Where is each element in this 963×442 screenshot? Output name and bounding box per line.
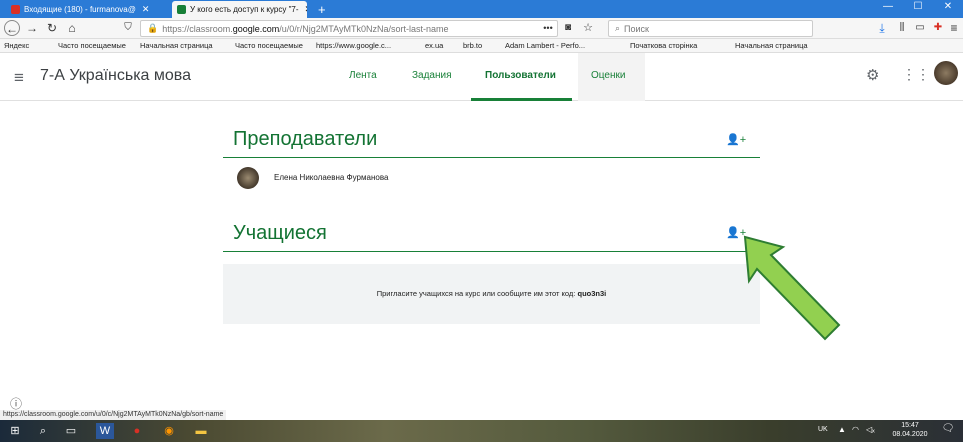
opera-icon[interactable]: ● [128, 423, 146, 439]
tab-classwork[interactable]: Задания [412, 70, 452, 81]
task-view-icon[interactable]: ▭ [62, 423, 80, 439]
bookmark-item[interactable]: Начальная страница [140, 41, 213, 50]
home-icon[interactable]: ⌂ [64, 20, 80, 36]
language-indicator[interactable]: UK [818, 426, 828, 433]
bookmark-item[interactable]: Начальная страница [735, 41, 808, 50]
search-placeholder: Поиск [624, 23, 649, 34]
windows-start-icon[interactable]: ⊞ [6, 423, 24, 439]
class-code: quo3n3i [577, 289, 607, 298]
tab-classroom-label: У кого есть доступ к курсу "7- [190, 5, 299, 14]
bookmark-item[interactable]: https://www.google.c... [316, 41, 391, 50]
bookmark-item[interactable]: brb.to [463, 41, 482, 50]
notifications-icon[interactable]: 🗨 [940, 423, 956, 439]
settings-gear-icon[interactable]: ⚙ [866, 66, 879, 84]
minimize-button[interactable]: — [874, 1, 902, 12]
reload-icon[interactable]: ↻ [44, 20, 60, 36]
search-icon: ⌕ [615, 23, 621, 33]
clock-time: 15:47 [901, 422, 919, 429]
file-explorer-icon[interactable]: ▬ [192, 423, 210, 439]
teachers-divider [223, 157, 760, 158]
arrow-shape [743, 235, 841, 341]
search-icon[interactable]: ⌕ [34, 423, 52, 439]
close-icon[interactable]: ✕ [142, 4, 150, 15]
library-icon[interactable]: ⫼ [894, 20, 910, 36]
tab-people[interactable]: Пользователи [485, 70, 556, 81]
invite-text: Пригласите учащихся на курс или сообщите… [376, 289, 576, 298]
pocket-icon[interactable]: ◙ [560, 20, 576, 36]
bookmark-item[interactable]: Часто посещаемые [235, 41, 303, 50]
tab-stream[interactable]: Лента [349, 70, 377, 81]
teachers-heading: Преподаватели [233, 128, 378, 150]
clock[interactable]: 15:47 08.04.2020 [886, 421, 934, 439]
tab-inbox-label: Входящие (180) - furmanova@ [24, 5, 136, 14]
app-header: ≡ 7-А Українська мова Лента Задания Поль… [0, 53, 963, 101]
lock-icon: 🔒 [147, 23, 159, 33]
bookmarks-bar: Яндекс Часто посещаемые Начальная страни… [0, 39, 963, 53]
mail-icon [11, 5, 20, 14]
course-title[interactable]: 7-А Українська мова [40, 67, 191, 85]
students-divider [223, 251, 760, 252]
new-tab-button[interactable]: + [313, 1, 331, 18]
teacher-avatar [237, 167, 259, 189]
bookmark-item[interactable]: Часто посещаемые [58, 41, 126, 50]
volume-icon[interactable]: ◁ₓ [866, 425, 875, 434]
invite-students-box: Пригласите учащихся на курс или сообщите… [223, 264, 760, 324]
bookmark-item[interactable]: Початкова сторінка [630, 41, 697, 50]
firefox-icon[interactable]: ◉ [160, 423, 178, 439]
browser-tab-bar: Входящие (180) - furmanova@ ✕ У кого ест… [0, 0, 963, 18]
bookmark-item[interactable]: Adam Lambert - Perfo... [505, 41, 585, 50]
url-prefix: https://classroom. [162, 23, 233, 34]
tab-grades[interactable]: Оценки [591, 70, 625, 81]
students-heading: Учащиеся [233, 222, 327, 244]
extension-icon[interactable]: ✚ [930, 20, 946, 36]
url-path: /u/0/r/Njg2MTAyMTk0NzNa/sort-last-name [279, 23, 449, 34]
search-input[interactable]: ⌕ Поиск [608, 20, 813, 37]
clock-date: 08.04.2020 [892, 431, 928, 438]
forward-arrow-icon[interactable]: → [24, 20, 40, 36]
tray-chevron-icon[interactable]: ▲ [838, 425, 846, 434]
maximize-button[interactable]: ☐ [904, 1, 932, 12]
active-tab-indicator [471, 98, 572, 101]
url-domain: google.com [232, 23, 280, 34]
shield-icon[interactable]: ⛉ [120, 20, 136, 36]
hamburger-menu-icon[interactable]: ≡ [14, 68, 24, 88]
back-arrow-icon[interactable]: ← [4, 20, 20, 36]
url-bar[interactable]: 🔒 https://classroom. google.com/u/0/r/Njg… [140, 20, 558, 37]
menu-icon[interactable]: ≡ [946, 20, 962, 36]
taskbar: ⊞ ⌕ ▭ W ● ◉ ▬ UK ▲ ◠ ◁ₓ 15:47 08.04.2020… [0, 420, 963, 442]
wifi-icon[interactable]: ◠ [852, 425, 859, 434]
tab-inbox[interactable]: Входящие (180) - furmanova@ ✕ [6, 1, 166, 18]
avatar[interactable] [934, 61, 958, 85]
word-icon[interactable]: W [96, 423, 114, 439]
sidebar-icon[interactable]: ▭ [912, 20, 928, 36]
download-icon[interactable]: ⤓ [874, 20, 890, 36]
tab-classroom[interactable]: У кого есть доступ к курсу "7- ✕ [172, 1, 307, 18]
bookmark-item[interactable]: ex.ua [425, 41, 443, 50]
add-teacher-icon[interactable]: 👤+ [726, 133, 746, 146]
bookmark-item[interactable]: Яндекс [4, 41, 29, 50]
annotation-arrow [743, 235, 841, 341]
close-icon[interactable]: ✕ [305, 4, 307, 15]
navigation-bar: ← → ↻ ⌂ ⛉ 🔒 https://classroom. google.com… [0, 18, 963, 39]
close-window-button[interactable]: ✕ [934, 1, 962, 12]
classroom-icon [177, 5, 186, 14]
page-actions-icon[interactable]: ••• [540, 20, 556, 36]
status-url: https://classroom.google.com/u/0/c/Njg2M… [0, 410, 227, 420]
bookmark-star-icon[interactable]: ☆ [580, 20, 596, 36]
teacher-name[interactable]: Елена Николаевна Фурманова [274, 173, 388, 182]
